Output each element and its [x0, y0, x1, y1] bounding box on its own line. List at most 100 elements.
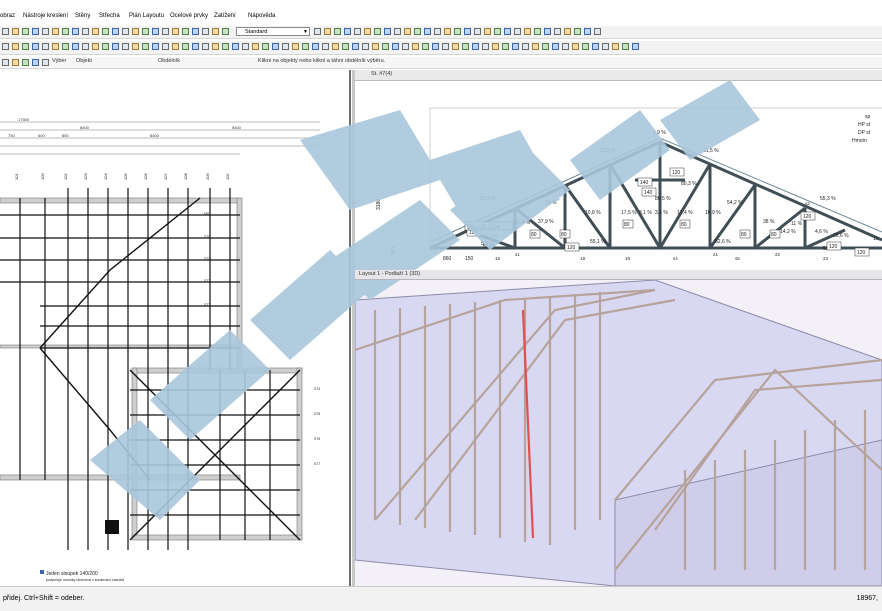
- toolbar-tool-icon[interactable]: [562, 43, 569, 50]
- toolbar-tool-icon[interactable]: [594, 28, 601, 35]
- toolbar-tool-icon[interactable]: [222, 43, 229, 50]
- toolbar-tool-icon[interactable]: [262, 43, 269, 50]
- toolbar-tool-icon[interactable]: [334, 28, 341, 35]
- toolbar-tool-icon[interactable]: [2, 59, 9, 66]
- toolbar-tool-icon[interactable]: [252, 43, 259, 50]
- toolbar-tool-icon[interactable]: [92, 28, 99, 35]
- model-3d-view[interactable]: Layout 1 - Podlaží 1 (3D): [355, 270, 882, 586]
- toolbar-tool-icon[interactable]: [142, 28, 149, 35]
- toolbar-tool-icon[interactable]: [492, 43, 499, 50]
- toolbar-tool-icon[interactable]: [414, 28, 421, 35]
- toolbar-tool-icon[interactable]: [142, 43, 149, 50]
- toolbar-tool-icon[interactable]: [132, 43, 139, 50]
- toolbar-tool-icon[interactable]: [324, 28, 331, 35]
- toolbar-tool-icon[interactable]: [632, 43, 639, 50]
- toolbar-tool-icon[interactable]: [42, 43, 49, 50]
- menu-loads[interactable]: Zatížení: [214, 13, 236, 19]
- toolbar-tool-icon[interactable]: [502, 43, 509, 50]
- toolbar-tool-icon[interactable]: [342, 43, 349, 50]
- toolbar-tool-icon[interactable]: [52, 28, 59, 35]
- select-object-option[interactable]: Objekt: [76, 58, 92, 64]
- toolbar-tool-icon[interactable]: [542, 43, 549, 50]
- toolbar-tool-icon[interactable]: [162, 43, 169, 50]
- toolbar-tool-icon[interactable]: [354, 28, 361, 35]
- toolbar-tool-icon[interactable]: [132, 28, 139, 35]
- menu-drawing-tools[interactable]: Nástroje kreslení: [23, 13, 68, 19]
- toolbar-tool-icon[interactable]: [32, 59, 39, 66]
- model-view-tab[interactable]: Layout 1 - Podlaží 1 (3D): [355, 270, 882, 280]
- toolbar-tool-icon[interactable]: [572, 43, 579, 50]
- toolbar-tool-icon[interactable]: [152, 43, 159, 50]
- toolbar-tool-icon[interactable]: [544, 28, 551, 35]
- toolbar-tool-icon[interactable]: [394, 28, 401, 35]
- toolbar-tool-icon[interactable]: [172, 28, 179, 35]
- toolbar-tool-icon[interactable]: [612, 43, 619, 50]
- toolbar-tool-icon[interactable]: [222, 28, 229, 35]
- toolbar-tool-icon[interactable]: [554, 28, 561, 35]
- toolbar-tool-icon[interactable]: [592, 43, 599, 50]
- toolbar-tool-icon[interactable]: [422, 43, 429, 50]
- select-rect-option[interactable]: Obdélník: [158, 58, 180, 64]
- toolbar-tool-icon[interactable]: [12, 43, 19, 50]
- toolbar-tool-icon[interactable]: [532, 43, 539, 50]
- toolbar-tool-icon[interactable]: [574, 28, 581, 35]
- toolbar-tool-icon[interactable]: [302, 43, 309, 50]
- toolbar-tool-icon[interactable]: [372, 43, 379, 50]
- toolbar-tool-icon[interactable]: [564, 28, 571, 35]
- toolbar-tool-icon[interactable]: [402, 43, 409, 50]
- toolbar-tool-icon[interactable]: [242, 43, 249, 50]
- toolbar-tool-icon[interactable]: [272, 43, 279, 50]
- toolbar-tool-icon[interactable]: [12, 59, 19, 66]
- toolbar-tool-icon[interactable]: [192, 28, 199, 35]
- toolbar-tool-icon[interactable]: [464, 28, 471, 35]
- toolbar-tool-icon[interactable]: [314, 28, 321, 35]
- toolbar-tool-icon[interactable]: [42, 28, 49, 35]
- toolbar-tool-icon[interactable]: [602, 43, 609, 50]
- toolbar-tool-icon[interactable]: [32, 28, 39, 35]
- toolbar-tool-icon[interactable]: [494, 28, 501, 35]
- toolbar-tool-icon[interactable]: [412, 43, 419, 50]
- toolbar-tool-icon[interactable]: [432, 43, 439, 50]
- toolbar-tool-icon[interactable]: [504, 28, 511, 35]
- toolbar-tool-icon[interactable]: [462, 43, 469, 50]
- toolbar-tool-icon[interactable]: [112, 28, 119, 35]
- toolbar-tool-icon[interactable]: [552, 43, 559, 50]
- toolbar-tool-icon[interactable]: [344, 28, 351, 35]
- toolbar-tool-icon[interactable]: [182, 43, 189, 50]
- toolbar-tool-icon[interactable]: [362, 43, 369, 50]
- toolbar-tool-icon[interactable]: [322, 43, 329, 50]
- toolbar-tool-icon[interactable]: [312, 43, 319, 50]
- style-combo[interactable]: Standard ▼: [236, 27, 310, 36]
- toolbar-tool-icon[interactable]: [92, 43, 99, 50]
- toolbar-tool-icon[interactable]: [582, 43, 589, 50]
- toolbar-tool-icon[interactable]: [32, 43, 39, 50]
- menu-layout-plan[interactable]: Plán Layoutu: [129, 13, 164, 19]
- toolbar-tool-icon[interactable]: [442, 43, 449, 50]
- toolbar-tool-icon[interactable]: [364, 28, 371, 35]
- toolbar-tool-icon[interactable]: [444, 28, 451, 35]
- floor-plan-view[interactable]: 17500 6400 5400 750 600 850 8400 101 100…: [0, 70, 351, 586]
- toolbar-tool-icon[interactable]: [514, 28, 521, 35]
- toolbar-tool-icon[interactable]: [534, 28, 541, 35]
- menu-steel[interactable]: Ocelové prvky: [170, 13, 208, 19]
- toolbar-tool-icon[interactable]: [392, 43, 399, 50]
- toolbar-tool-icon[interactable]: [212, 43, 219, 50]
- toolbar-tool-icon[interactable]: [192, 43, 199, 50]
- toolbar-tool-icon[interactable]: [202, 28, 209, 35]
- truss-elevation-view[interactable]: St. #7(4) 3180 593 1,9 % 21,5 % 21,5 % 5…: [355, 70, 882, 270]
- toolbar-tool-icon[interactable]: [202, 43, 209, 50]
- toolbar-tool-icon[interactable]: [182, 28, 189, 35]
- toolbar-tool-icon[interactable]: [2, 28, 9, 35]
- toolbar-tool-icon[interactable]: [62, 43, 69, 50]
- toolbar-tool-icon[interactable]: [52, 43, 59, 50]
- toolbar-tool-icon[interactable]: [102, 28, 109, 35]
- toolbar-tool-icon[interactable]: [12, 28, 19, 35]
- toolbar-tool-icon[interactable]: [452, 43, 459, 50]
- toolbar-tool-icon[interactable]: [524, 28, 531, 35]
- toolbar-tool-icon[interactable]: [584, 28, 591, 35]
- toolbar-tool-icon[interactable]: [72, 28, 79, 35]
- toolbar-tool-icon[interactable]: [102, 43, 109, 50]
- toolbar-tool-icon[interactable]: [162, 28, 169, 35]
- toolbar-tool-icon[interactable]: [352, 43, 359, 50]
- toolbar-tool-icon[interactable]: [82, 28, 89, 35]
